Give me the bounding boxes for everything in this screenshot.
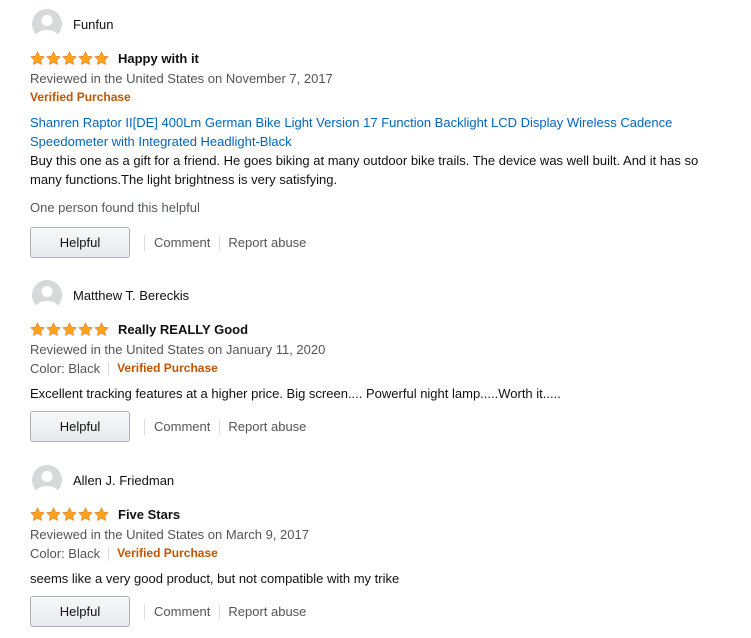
- reviewer-profile[interactable]: Funfun: [30, 8, 730, 40]
- user-silhouette-icon: [36, 286, 58, 310]
- report-abuse-link[interactable]: Report abuse: [228, 235, 306, 250]
- divider: [219, 234, 221, 251]
- review-body: seems like a very good product, but not …: [30, 571, 400, 586]
- divider: [108, 546, 110, 561]
- avatar: [32, 9, 62, 39]
- helpful-button[interactable]: Helpful: [30, 596, 130, 627]
- divider: [144, 234, 145, 251]
- helpful-count: One person found this helpful: [30, 200, 200, 215]
- star-icon: [30, 506, 45, 521]
- review-body: Excellent tracking features at a higher …: [30, 386, 561, 401]
- star-rating[interactable]: [30, 321, 109, 337]
- review-date: Reviewed in the United States on March 9…: [30, 527, 309, 542]
- star-icon: [46, 321, 61, 336]
- star-rating[interactable]: [30, 50, 109, 66]
- avatar: [32, 465, 62, 495]
- divider: [144, 418, 145, 435]
- star-icon: [46, 50, 61, 65]
- avatar: [32, 280, 62, 310]
- review-card: Allen J. Friedman Five Stars Reviewed in…: [30, 464, 730, 627]
- star-icon: [94, 321, 109, 336]
- report-abuse-link[interactable]: Report abuse: [228, 604, 306, 619]
- star-icon: [62, 50, 77, 65]
- star-icon: [78, 321, 93, 336]
- product-color: Color: Black: [30, 546, 101, 561]
- comment-link[interactable]: Comment: [154, 604, 210, 619]
- helpful-button[interactable]: Helpful: [30, 411, 130, 442]
- divider: [219, 603, 221, 620]
- reviewer-profile[interactable]: Allen J. Friedman: [30, 464, 730, 496]
- star-icon: [78, 506, 93, 521]
- star-icon: [62, 506, 77, 521]
- divider: [219, 418, 221, 435]
- reviewer-name[interactable]: Matthew T. Bereckis: [73, 288, 189, 303]
- star-rating[interactable]: [30, 506, 109, 522]
- verified-purchase-badge: Verified Purchase: [117, 361, 218, 375]
- divider: [108, 361, 110, 376]
- product-color: Color: Black: [30, 361, 101, 376]
- product-link[interactable]: Shanren Raptor II[DE] 400Lm German Bike …: [30, 113, 730, 151]
- star-icon: [94, 50, 109, 65]
- review-title[interactable]: Five Stars: [118, 507, 180, 522]
- user-silhouette-icon: [36, 471, 58, 495]
- comment-link[interactable]: Comment: [154, 235, 210, 250]
- review-date: Reviewed in the United States on Novembe…: [30, 71, 333, 86]
- user-silhouette-icon: [36, 15, 58, 39]
- reviewer-name[interactable]: Allen J. Friedman: [73, 473, 174, 488]
- reviewer-profile[interactable]: Matthew T. Bereckis: [30, 279, 730, 311]
- review-body: Buy this one as a gift for a friend. He …: [30, 153, 699, 187]
- report-abuse-link[interactable]: Report abuse: [228, 419, 306, 434]
- star-icon: [46, 506, 61, 521]
- review-card: Funfun Happy with it Reviewed in the Uni…: [30, 8, 730, 258]
- review-title[interactable]: Really REALLY Good: [118, 322, 248, 337]
- star-icon: [94, 506, 109, 521]
- star-icon: [78, 50, 93, 65]
- star-icon: [62, 321, 77, 336]
- divider: [144, 603, 145, 620]
- reviewer-name[interactable]: Funfun: [73, 17, 113, 32]
- comment-link[interactable]: Comment: [154, 419, 210, 434]
- review-title[interactable]: Happy with it: [118, 51, 199, 66]
- star-icon: [30, 321, 45, 336]
- verified-purchase-badge: Verified Purchase: [117, 546, 218, 560]
- star-icon: [30, 50, 45, 65]
- helpful-button[interactable]: Helpful: [30, 227, 130, 258]
- verified-purchase-badge: Verified Purchase: [30, 90, 131, 104]
- review-card: Matthew T. Bereckis Really REALLY Good R…: [30, 279, 730, 442]
- review-date: Reviewed in the United States on January…: [30, 342, 326, 357]
